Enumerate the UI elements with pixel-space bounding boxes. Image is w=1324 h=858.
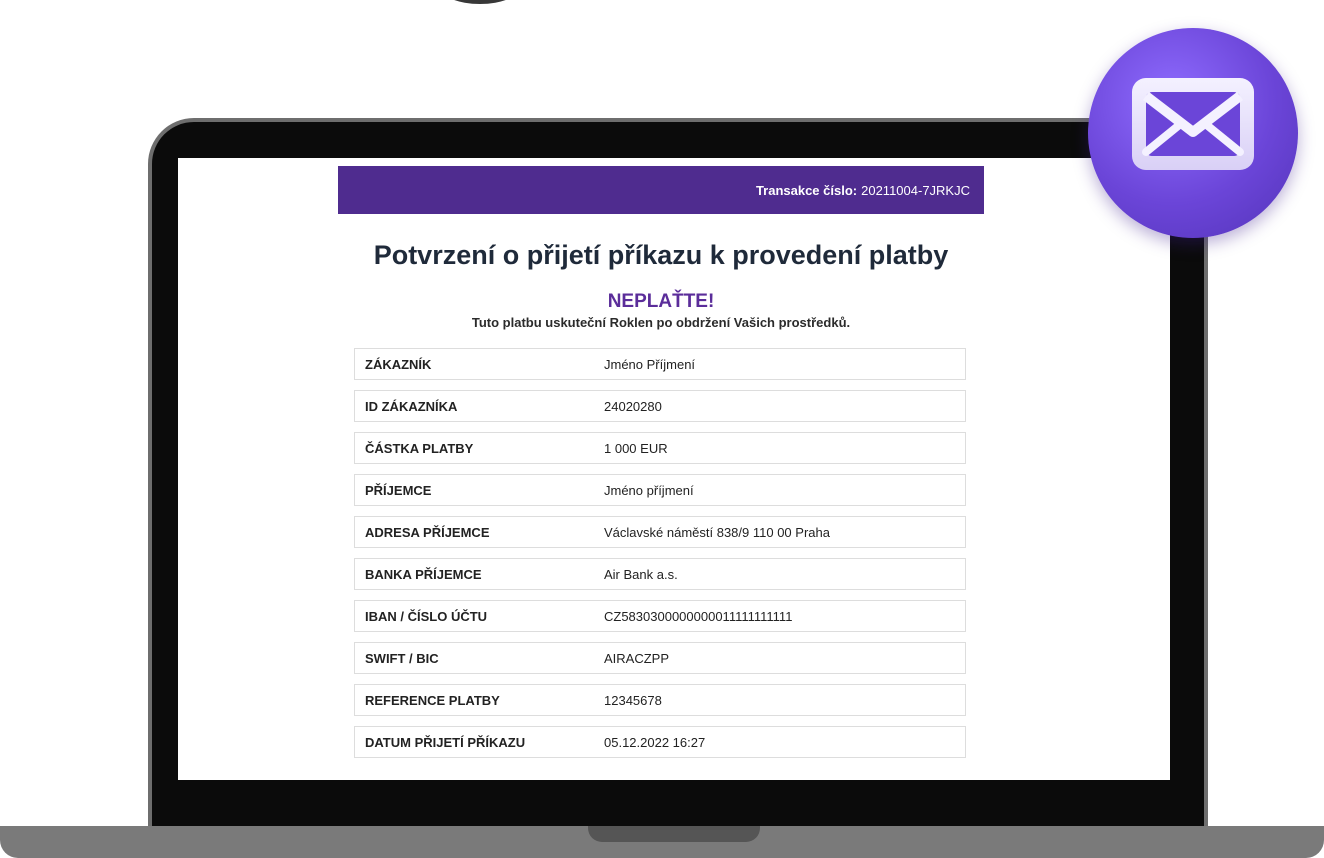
warning-headline: NEPLAŤTE! — [607, 291, 715, 312]
detail-row-order-date: DATUM PŘIJETÍ PŘÍKAZU 05.12.2022 16:27 — [354, 726, 966, 758]
detail-label: ZÁKAZNÍK — [365, 356, 432, 372]
payment-details-table: ZÁKAZNÍK Jméno Příjmení ID ZÁKAZNÍKA 240… — [354, 348, 966, 758]
detail-row-swift: SWIFT / BIC AIRACZPP — [354, 642, 966, 674]
detail-value: 05.12.2022 16:27 — [604, 734, 706, 750]
detail-label: ADRESA PŘÍJEMCE — [365, 524, 490, 540]
detail-row-recipient: PŘÍJEMCE Jméno příjmení — [354, 474, 966, 506]
detail-label: SWIFT / BIC — [365, 650, 439, 666]
detail-row-recipient-address: ADRESA PŘÍJEMCE Václavské náměstí 838/9 … — [354, 516, 966, 548]
detail-label: BANKA PŘÍJEMCE — [365, 566, 482, 582]
envelope-icon — [1132, 78, 1254, 170]
email-header-bar: Transakce číslo: 20211004-7JRKJC — [338, 166, 984, 214]
detail-row-recipient-bank: BANKA PŘÍJEMCE Air Bank a.s. — [354, 558, 966, 590]
transaction-label: Transakce číslo: — [755, 182, 858, 198]
detail-value: Václavské náměstí 838/9 110 00 Praha — [604, 524, 830, 540]
detail-row-customer-id: ID ZÁKAZNÍKA 24020280 — [354, 390, 966, 422]
detail-label: PŘÍJEMCE — [365, 482, 432, 498]
detail-value: Jméno Příjmení — [604, 356, 696, 372]
detail-value: 24020280 — [604, 398, 662, 414]
page-title: Potvrzení o přijetí příkazu k provedení … — [373, 240, 949, 270]
detail-row-iban: IBAN / ČÍSLO ÚČTU CZ58303000000000111111… — [354, 600, 966, 632]
detail-label: IBAN / ČÍSLO ÚČTU — [365, 608, 488, 624]
detail-value: Jméno příjmení — [604, 482, 694, 498]
email-card: Transakce číslo: 20211004-7JRKJC Potvrze… — [338, 166, 984, 768]
mail-badge — [1088, 28, 1298, 238]
detail-label: REFERENCE PLATBY — [365, 692, 500, 708]
detail-value: 1 000 EUR — [604, 440, 668, 456]
detail-row-amount: ČÁSTKA PLATBY 1 000 EUR — [354, 432, 966, 464]
detail-value: Air Bank a.s. — [604, 566, 678, 582]
decorative-shape — [440, 0, 520, 4]
detail-label: DATUM PŘIJETÍ PŘÍKAZU — [365, 734, 526, 750]
laptop-notch — [588, 826, 760, 842]
detail-value: 12345678 — [604, 692, 662, 708]
warning-text: Tuto platbu uskuteční Roklen po obdržení… — [471, 315, 851, 330]
detail-value: AIRACZPP — [604, 650, 670, 666]
laptop-screen: Transakce číslo: 20211004-7JRKJC Potvrze… — [178, 158, 1170, 780]
transaction-number: 20211004-7JRKJC — [861, 182, 970, 198]
detail-label: ID ZÁKAZNÍKA — [365, 398, 458, 414]
detail-value: CZ5830300000000011111111111 — [604, 608, 793, 624]
detail-row-customer: ZÁKAZNÍK Jméno Příjmení — [354, 348, 966, 380]
detail-row-reference: REFERENCE PLATBY 12345678 — [354, 684, 966, 716]
detail-label: ČÁSTKA PLATBY — [365, 440, 474, 456]
